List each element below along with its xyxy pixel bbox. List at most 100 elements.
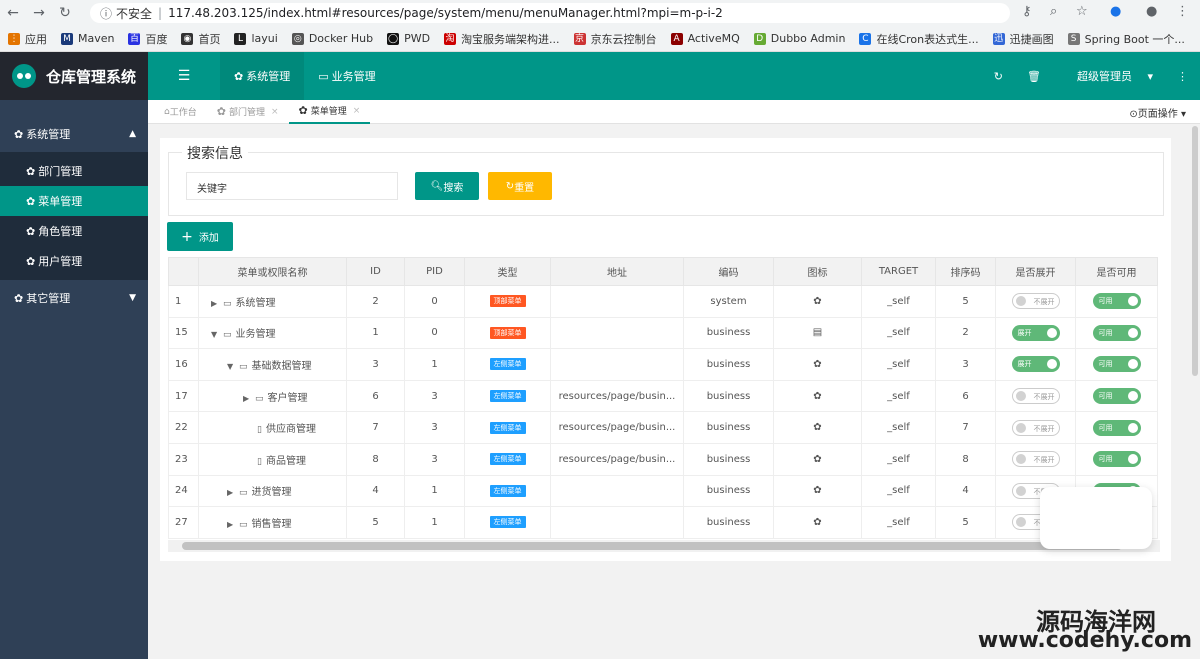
close-icon[interactable]: × [353, 106, 361, 116]
enable-switch[interactable]: 可用 [1092, 293, 1141, 310]
sidebar-group-system[interactable]: ✿ 系统管理 ▲ [0, 116, 148, 152]
add-button[interactable]: + 添加 [167, 222, 233, 251]
browser-toolbar: ← → ↻ ⓘ 不安全 | 117.48.203.125/index.html#… [0, 0, 1200, 26]
menu-toggle-icon[interactable]: ☰ [148, 52, 220, 100]
gear-icon: ✿ [14, 291, 24, 305]
chevron-up-icon: ▲ [129, 129, 136, 139]
folder-icon: ▭ [239, 519, 248, 530]
table-row[interactable]: 24 ▶▭进货管理 41 左侧菜单 business ✿ _self4 不展开 … [168, 474, 1158, 508]
bookmark-item[interactable]: M Maven [61, 32, 114, 45]
key-icon[interactable]: ⚷ [1022, 4, 1032, 19]
sidebar-item-role[interactable]: ✿ 角色管理 [0, 216, 148, 246]
tab-dept[interactable]: ✿ 部门管理 × [207, 100, 289, 124]
bookmark-item[interactable]: ◎ Docker Hub [291, 32, 373, 45]
refresh-icon[interactable]: ↻ [994, 70, 1003, 83]
expand-switch[interactable]: 不展开 [1011, 293, 1060, 310]
forward-icon[interactable]: → [26, 5, 52, 21]
table-row[interactable]: 17 ▶ ▭ 客户管理 63 左侧菜单 resources/page/busin..… [168, 379, 1158, 413]
sidebar-item-user[interactable]: ✿ 用户管理 [0, 246, 148, 276]
info-icon: ⓘ [100, 6, 113, 21]
folder-icon: ▭ [239, 361, 248, 372]
gear-icon: ✿ [14, 127, 24, 141]
expand-switch[interactable]: 不展开 [1011, 388, 1060, 405]
star-icon[interactable]: ☆ [1076, 4, 1088, 19]
sidebar-item-menu[interactable]: ✿ 菜单管理 [0, 186, 148, 216]
gear-icon: ✿ [813, 390, 822, 402]
url-text[interactable]: 117.48.203.125/index.html#resources/page… [168, 6, 723, 20]
enable-switch[interactable]: 可用 [1092, 419, 1141, 436]
folder-icon: ▭ [223, 330, 232, 341]
bookmark-item[interactable]: ⋮ 应用 [8, 31, 47, 47]
search-button[interactable]: 🔍︎ 搜索 [415, 172, 479, 200]
watermark-url: www.codehy.com [977, 628, 1192, 653]
bookmark-item[interactable]: ◯ PWD [387, 32, 430, 45]
expand-switch[interactable]: 展开 [1011, 324, 1060, 341]
table-header: 菜单或权限名称 ID PID 类型 地址 编码 图标 TARGET 排序码 是否展开 是否可用 [168, 257, 1158, 286]
reset-button[interactable]: ↻ 重置 [488, 172, 552, 200]
bookmark-item[interactable]: D Dubbo Admin [753, 32, 845, 45]
expand-switch[interactable]: 展开 [1011, 356, 1060, 373]
enable-switch[interactable]: 可用 [1092, 324, 1141, 341]
horizontal-scrollbar[interactable] [168, 540, 1160, 552]
plus-icon: + [181, 228, 193, 245]
tab-menu[interactable]: ✿ 菜单管理 × [288, 100, 371, 124]
page-operations[interactable]: ⊙页面操作 ▾ [1129, 105, 1186, 120]
bookmark-item[interactable]: ◉ 首页 [181, 31, 220, 47]
table-row[interactable]: 23 ▯ 商品管理 83 左侧菜单 resources/page/busin...… [168, 442, 1158, 476]
gear-icon: ✿ [26, 254, 36, 268]
collapse-icon[interactable]: ▼ [227, 362, 239, 371]
table-row[interactable]: 16 ▼ ▭ 基础数据管理 31 左侧菜单 business ✿ _self 3 展开… [168, 348, 1158, 381]
table-row[interactable]: 15 ▼ ▭ 业务管理 10 顶部菜单 business ▤ _self 2 展开 可… [168, 316, 1158, 350]
menu-icon[interactable]: ⋮ [1176, 4, 1189, 19]
address-bar[interactable]: ⓘ 不安全 | 117.48.203.125/index.html#resour… [90, 3, 1010, 23]
expand-icon[interactable]: ▶ [211, 299, 223, 308]
monitor-icon: ▤ [812, 327, 823, 339]
extension-icon[interactable]: ● [1110, 4, 1121, 19]
search-legend: 搜索信息 [182, 143, 248, 163]
trash-icon[interactable]: 🗑 [1027, 70, 1041, 83]
zoom-icon[interactable]: ⌕ [1050, 4, 1057, 19]
bookmark-item[interactable]: 淘淘宝服务端架构进... [444, 31, 560, 47]
expand-icon[interactable]: ▶ [227, 520, 239, 529]
sidebar-group-other[interactable]: ✿ 其它管理 ▼ [0, 280, 148, 316]
expand-icon[interactable]: ▶ [243, 394, 255, 403]
chevron-down-icon: ▼ [129, 293, 136, 303]
bookmark-item[interactable]: 京京东云控制台 [573, 31, 657, 47]
content-panel: 搜索信息 关键字 🔍︎ 搜索 ↻ 重置 + 添加 菜单或权限名称 ID PID 类型 地址编… [160, 138, 1171, 561]
gear-icon: ✿ [813, 453, 822, 465]
nav-business[interactable]: ▭ 业务管理 [304, 52, 389, 100]
enable-switch[interactable]: 可用 [1092, 388, 1141, 405]
table-row[interactable]: 1 ▶ ▭ 系统管理 20 顶部菜单 system ✿ _self 5 不展开 可用 [168, 285, 1158, 318]
table-row[interactable]: 27 ▶▭销售管理 51 左侧菜单 business ✿ _self5 不展开 … [168, 506, 1158, 539]
close-icon[interactable]: × [271, 107, 279, 117]
bookmark-item[interactable]: S Spring Boot 一个... [1067, 31, 1185, 47]
folder-icon: ▭ [255, 393, 264, 404]
nav-system[interactable]: ✿ 系统管理 [220, 52, 305, 100]
bookmark-item[interactable]: 迅迅捷画图 [992, 31, 1054, 47]
back-icon[interactable]: ← [0, 5, 26, 21]
collapse-icon[interactable]: ▼ [211, 330, 223, 339]
vertical-scrollbar[interactable] [1192, 126, 1198, 376]
expand-switch[interactable]: 不展开 [1011, 419, 1060, 436]
bookmark-item[interactable]: A ActiveMQ [670, 32, 740, 45]
enable-switch[interactable]: 可用 [1092, 451, 1141, 468]
more-icon[interactable]: ⋮ [1177, 70, 1188, 83]
bookmark-item[interactable]: Llayui [234, 32, 278, 45]
bookmark-item[interactable]: C 在线Cron表达式生... [859, 31, 979, 47]
expand-icon[interactable]: ▶ [227, 488, 239, 497]
user-menu[interactable]: 超级管理员 ▾ [1065, 68, 1153, 84]
reload-icon[interactable]: ↻ [52, 5, 78, 21]
tab-workbench[interactable]: ⌂ 工作台 [154, 100, 207, 124]
gear-icon: ✿ [813, 295, 822, 307]
gear-icon: ✿ [813, 358, 822, 370]
scrollbar-thumb[interactable] [182, 542, 1122, 550]
profile-icon[interactable]: ● [1146, 4, 1157, 19]
table-row[interactable]: 22 ▯ 供应商管理 73 左侧菜单 resources/page/busin..… [168, 411, 1158, 444]
keyword-input[interactable]: 关键字 [186, 172, 398, 200]
enable-switch[interactable]: 可用 [1092, 356, 1141, 373]
bookmark-item[interactable]: 百百度 [128, 31, 167, 47]
sidebar-item-dept[interactable]: ✿ 部门管理 [0, 156, 148, 186]
sidebar: 仓库管理系统 ✿ 系统管理 ▲ ✿ 部门管理 ✿ 菜单管理 ✿ 角色管理 ✿ 用户管理 ✿ 其… [0, 52, 148, 659]
expand-switch[interactable]: 不展开 [1011, 451, 1060, 468]
gear-icon: ✿ [26, 164, 36, 178]
